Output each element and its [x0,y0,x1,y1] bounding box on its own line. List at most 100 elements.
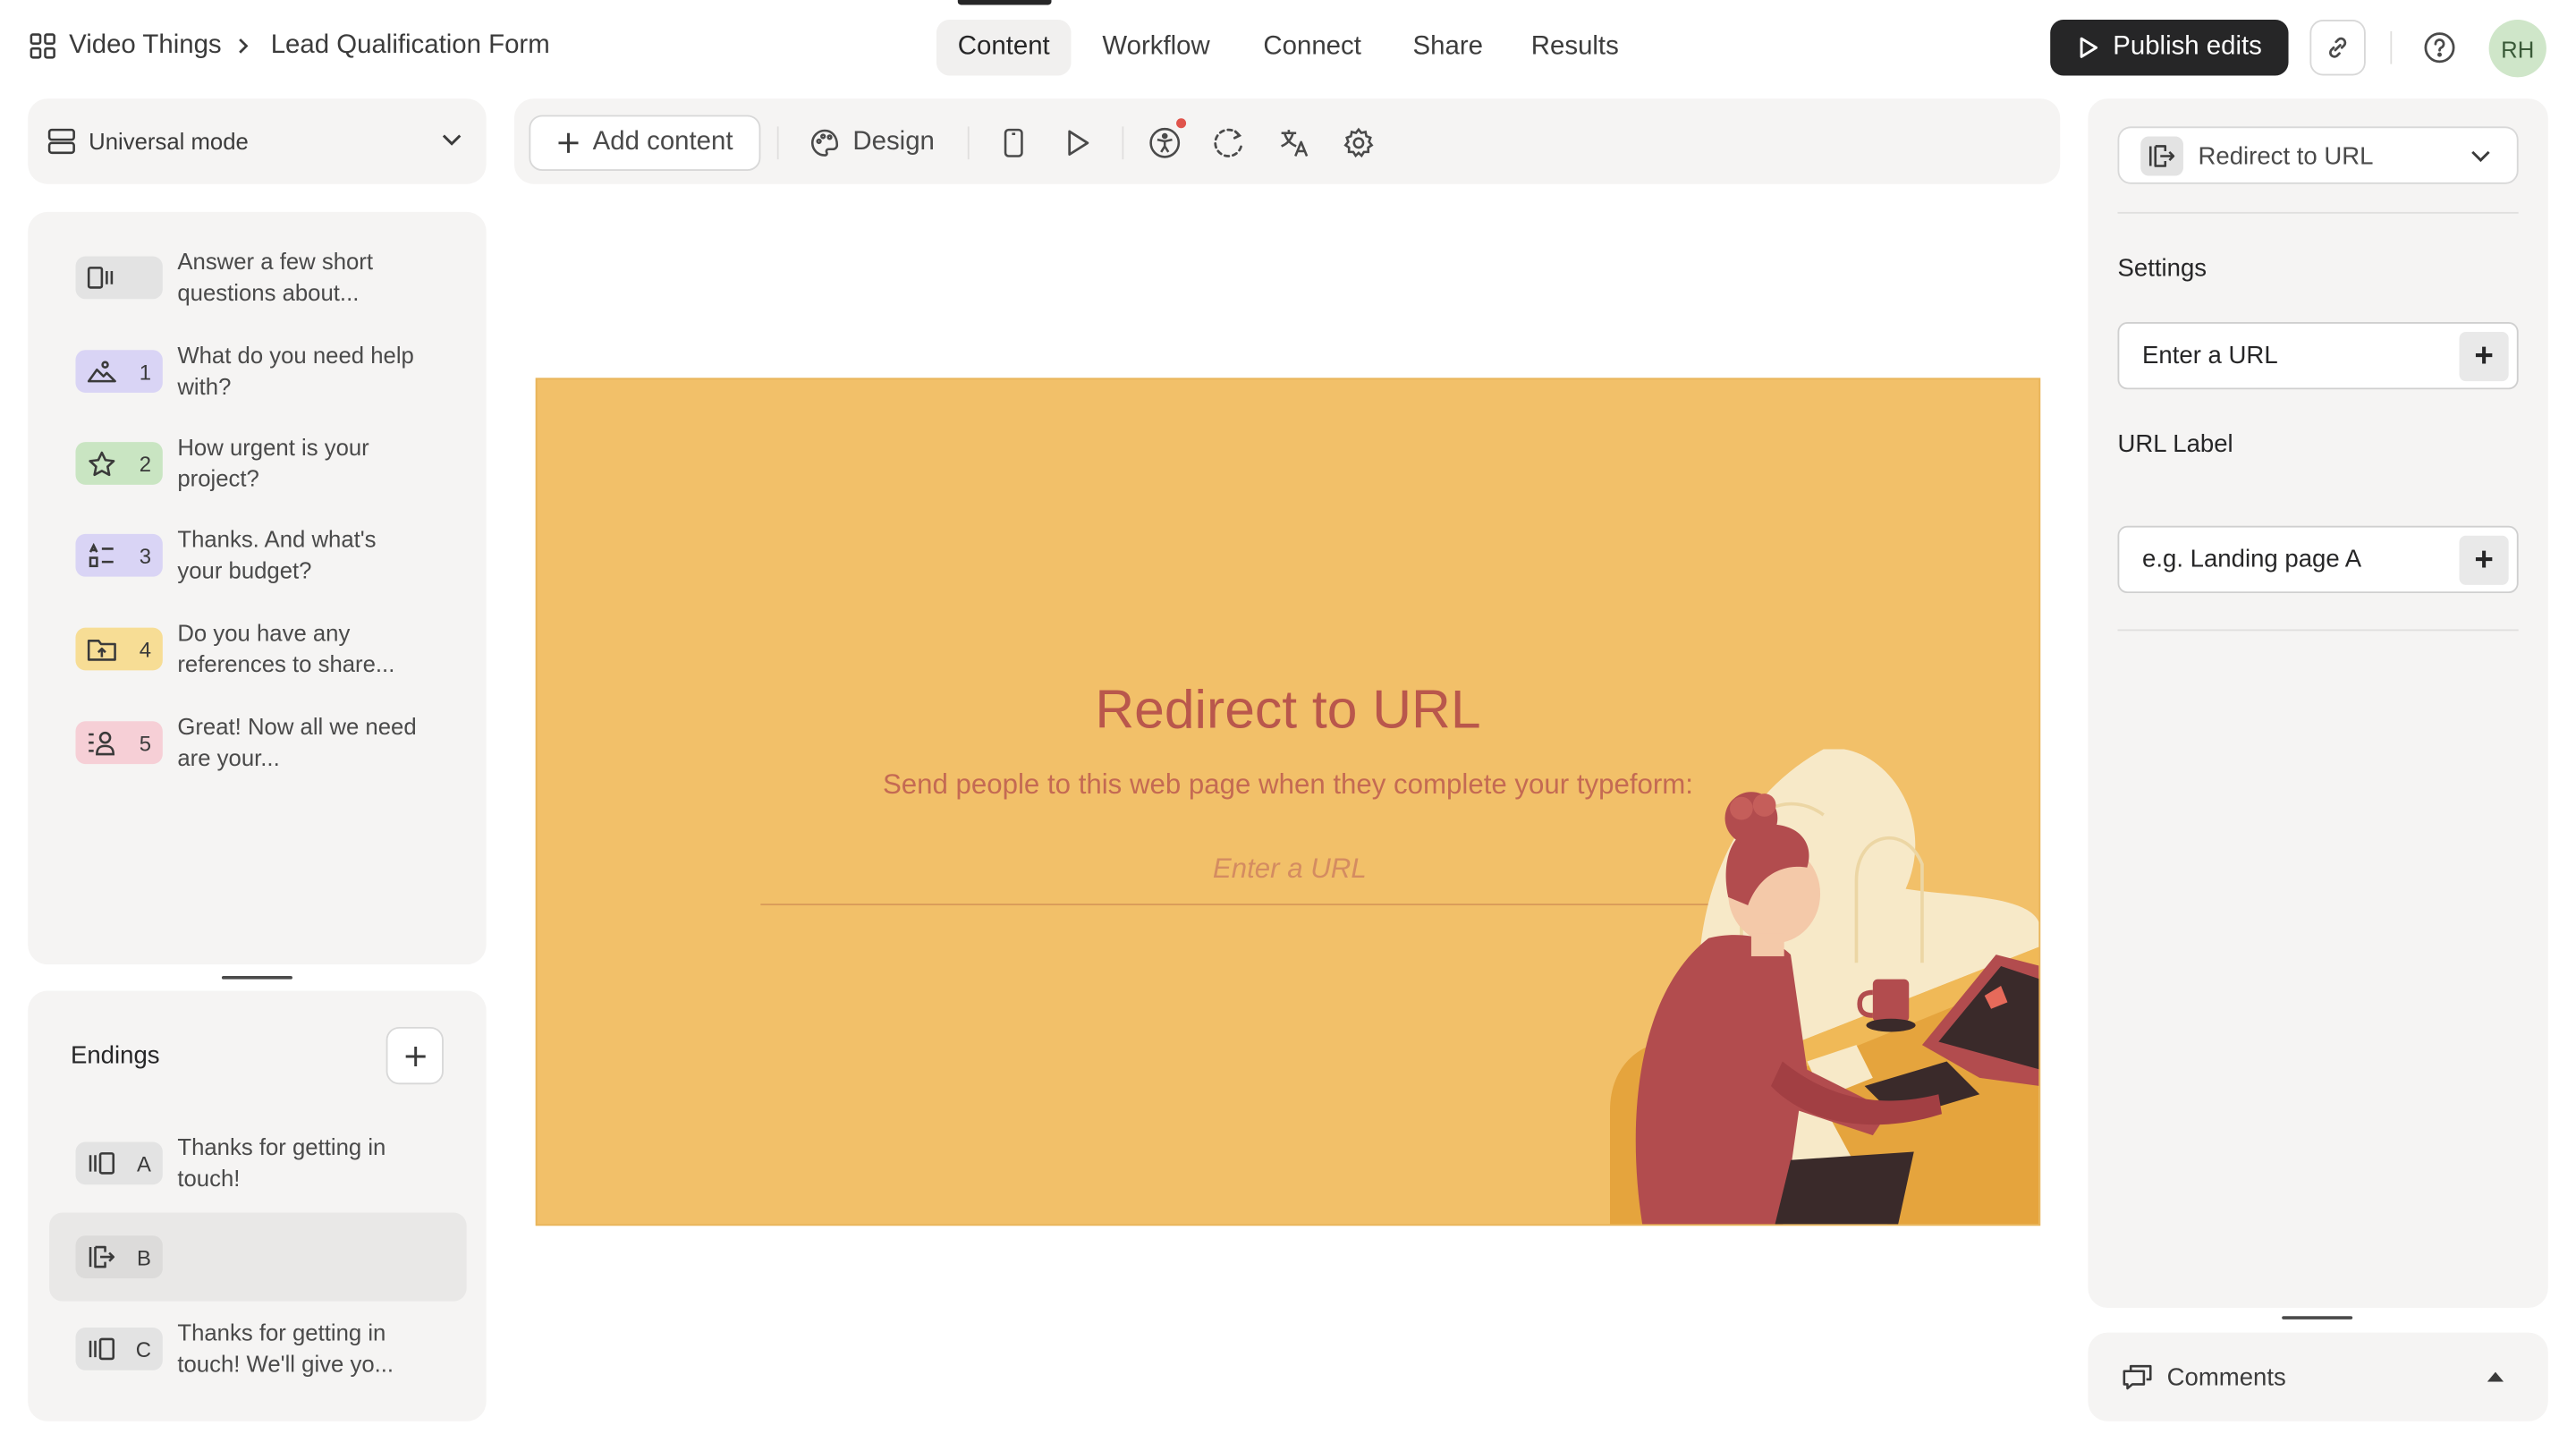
ending-badge: B [75,1235,163,1278]
ending-preview-canvas: Redirect to URL Send people to this web … [535,378,2041,1226]
ranking-icon [87,542,116,568]
url-label-placeholder: e.g. Landing page A [2142,545,2362,574]
question-badge: 5 [75,721,163,765]
question-item-5[interactable]: 5 Great! Now all we need are your... [49,699,467,787]
url-label-title: URL Label [2117,430,2233,459]
question-item-welcome[interactable]: Answer a few short questions about... [49,233,467,322]
ending-badge: A [75,1141,163,1185]
question-text: Answer a few short questions about... [177,248,374,306]
chevron-down-icon [442,133,462,147]
ending-badge: C [75,1328,163,1370]
tab-workflow[interactable]: Workflow [1081,20,1232,75]
header-divider [2390,30,2393,64]
breadcrumb: Video Things Lead Qualification Form [30,31,550,61]
breadcrumb-form-name[interactable]: Lead Qualification Form [271,31,550,61]
question-item-1[interactable]: 1 What do you need help with? [49,327,467,416]
question-badge: 1 [75,350,163,393]
comments-label: Comments [2166,1363,2286,1392]
question-number: 3 [139,543,151,568]
mobile-preview-button[interactable] [992,115,1035,171]
ending-screen-icon [87,1150,116,1176]
preview-button[interactable] [1056,115,1099,171]
accessibility-button[interactable] [1143,115,1187,171]
question-item-3[interactable]: 3 Thanks. And what's your budget? [49,511,467,599]
apps-grid-icon[interactable] [30,33,55,59]
design-button[interactable]: Design [799,115,946,171]
plus-icon [403,1044,427,1067]
add-variable-button[interactable]: + [2459,332,2509,382]
settings-divider [2117,211,2519,214]
chevron-right-icon [234,36,250,55]
tab-share[interactable]: Share [1392,20,1504,75]
panel-resize-handle[interactable] [221,975,292,980]
gear-icon [1343,126,1376,159]
ending-type-select[interactable]: Redirect to URL [2117,126,2519,184]
ending-letter: B [137,1244,151,1269]
woman-at-desk-illustration [1609,749,2039,1225]
url-label-field[interactable]: e.g. Landing page A + [2117,525,2519,594]
url-field-placeholder: Enter a URL [2142,342,2278,370]
question-number: 2 [139,451,151,476]
toolbar-divider [776,126,779,160]
tab-connect[interactable]: Connect [1242,20,1383,75]
ending-screen-icon [87,1336,116,1362]
translate-button[interactable] [1273,115,1316,171]
publish-edits-button[interactable]: Publish edits [2050,20,2289,76]
app-root: Video Things Lead Qualification Form Con… [0,0,2576,1451]
plus-icon [556,132,580,155]
question-text: Great! Now all we need are your... [177,713,417,771]
endings-title: Endings [70,1041,160,1070]
redirect-title: Redirect to URL [1095,678,1481,740]
help-icon [2423,31,2456,64]
redirect-icon [87,1243,116,1269]
ending-letter: A [137,1150,151,1176]
add-variable-button[interactable]: + [2459,535,2509,585]
question-item-4[interactable]: 4 Do you have any references to share... [49,605,467,693]
panel-resize-handle[interactable] [2282,1316,2353,1319]
ending-item-c[interactable]: C Thanks for getting in touch! We'll giv… [49,1304,467,1393]
design-label: Design [852,128,935,157]
mode-selector[interactable]: Universal mode [28,98,487,184]
welcome-badge [75,256,163,300]
welcome-screen-icon [87,265,116,291]
ending-item-a[interactable]: A Thanks for getting in touch! [49,1119,467,1208]
question-text: Thanks. And what's your budget? [177,525,377,584]
accessibility-icon [1148,118,1187,159]
add-content-button[interactable]: Add content [529,115,761,172]
url-field[interactable]: Enter a URL + [2117,321,2519,390]
settings-button[interactable] [1337,115,1380,171]
question-text: Do you have any references to share... [177,619,395,677]
ending-text: Thanks for getting in touch! [177,1133,386,1192]
tab-content[interactable]: Content [936,20,1072,76]
add-ending-button[interactable] [386,1026,444,1085]
translate-icon [1278,126,1311,159]
question-item-2[interactable]: 2 How urgent is your project? [49,419,467,507]
comments-toggle[interactable]: Comments [2088,1332,2548,1421]
avatar[interactable]: RH [2488,20,2546,78]
question-number: 4 [139,636,151,662]
notification-dot [1176,118,1187,129]
ending-type-label: Redirect to URL [2198,142,2374,172]
toolbar-divider [1122,126,1124,160]
play-icon [2077,36,2100,59]
comments-icon [2123,1363,2152,1390]
palette-icon [810,128,840,157]
help-button[interactable] [2421,30,2457,65]
layout-icon [47,128,75,155]
question-badge: 2 [75,442,163,485]
active-tab-indicator [957,0,1052,5]
mode-label: Universal mode [89,128,249,155]
caret-up-icon [2487,1371,2504,1382]
contact-info-icon [87,729,116,756]
question-badge: 3 [75,533,163,577]
tab-results[interactable]: Results [1510,20,1640,75]
question-number: 1 [139,359,151,384]
logic-icon [1212,126,1245,159]
logic-button[interactable] [1208,115,1250,171]
copy-link-button[interactable] [2309,20,2366,76]
settings-divider [2117,629,2519,632]
ending-item-b[interactable]: B [49,1212,467,1302]
breadcrumb-workspace[interactable]: Video Things [69,31,221,61]
ending-letter: C [135,1336,151,1362]
file-upload-icon [87,636,116,662]
